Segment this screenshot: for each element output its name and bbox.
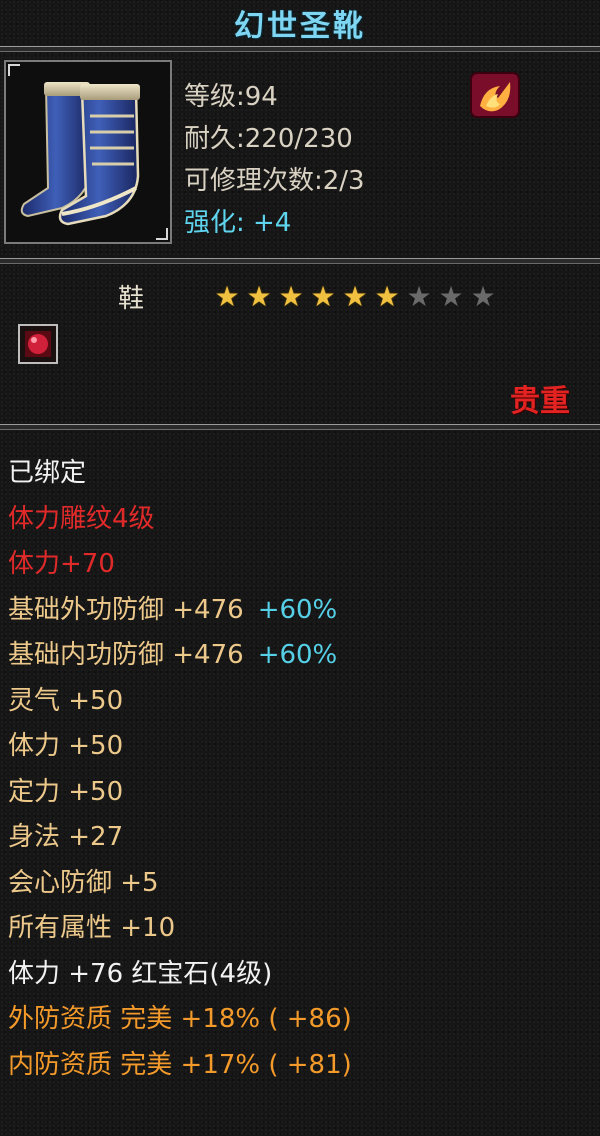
item-tooltip-panel: 幻世圣靴 等级:94 耐久:220/230 可修理次数:2/3 强化: +4 鞋… [0, 0, 600, 1136]
attribute-text: 身法 +27 [8, 822, 124, 852]
star-filled-icon: ★ [214, 280, 240, 313]
attribute-line: 基础内功防御 +476 +60% [8, 634, 337, 671]
star-rating: ★ ★ ★ ★ ★ ★ ★ ★ ★ [212, 282, 498, 312]
attribute-line: 体力雕纹4级 [8, 498, 155, 535]
item-enhance: 强化: +4 [184, 208, 292, 238]
attribute-text: 基础内功防御 +476 [8, 640, 244, 670]
attribute-text: 已绑定 [8, 458, 87, 488]
divider-bottom [0, 424, 600, 430]
divider-mid [0, 258, 600, 264]
attribute-text: 体力+70 [8, 549, 115, 579]
star-filled-icon: ★ [310, 280, 336, 313]
red-gem-icon [18, 324, 58, 364]
attribute-line: 定力 +50 [8, 771, 123, 808]
attribute-line: 身法 +27 [8, 816, 123, 853]
divider-top [0, 46, 600, 52]
attribute-line: 体力 +76 红宝石(4级) [8, 953, 272, 990]
item-icon-frame [4, 60, 172, 244]
slot-type-label: 鞋 [118, 284, 145, 314]
attribute-line: 内防资质 完美 +17% ( +81) [8, 1044, 352, 1081]
attribute-line: 所有属性 +10 [8, 907, 175, 944]
attribute-line: 基础外功防御 +476 +60% [8, 589, 337, 626]
star-empty-icon: ★ [470, 280, 496, 313]
star-filled-icon: ★ [342, 280, 368, 313]
attribute-percent: +60% [257, 640, 338, 670]
title-bar: 幻世圣靴 [0, 0, 600, 46]
attribute-line: 体力 +50 [8, 725, 123, 762]
attribute-percent: +60% [257, 595, 338, 625]
item-repair-count: 可修理次数:2/3 [184, 166, 365, 196]
rarity-label: 贵重 [510, 384, 570, 419]
attribute-text: 所有属性 +10 [8, 913, 176, 943]
star-filled-icon: ★ [246, 280, 272, 313]
attribute-text: 外防资质 完美 +18% ( +86) [8, 1004, 352, 1034]
item-name: 幻世圣靴 [234, 9, 366, 44]
flame-emblem-icon [470, 72, 520, 118]
attribute-text: 灵气 +50 [8, 686, 124, 716]
attribute-text: 基础外功防御 +476 [8, 595, 244, 625]
star-empty-icon: ★ [438, 280, 464, 313]
star-empty-icon: ★ [406, 280, 432, 313]
attribute-text: 会心防御 +5 [8, 868, 159, 898]
item-durability: 耐久:220/230 [184, 124, 353, 154]
attribute-line: 体力+70 [8, 543, 115, 580]
attribute-text: 体力雕纹4级 [8, 504, 155, 534]
attribute-text: 定力 +50 [8, 777, 124, 807]
blue-boots-icon [20, 82, 140, 226]
attribute-line: 会心防御 +5 [8, 862, 159, 899]
star-filled-icon: ★ [374, 280, 400, 313]
attribute-text: 体力 +50 [8, 731, 124, 761]
attribute-text: 内防资质 完美 +17% ( +81) [8, 1050, 352, 1080]
item-level: 等级:94 [184, 82, 278, 112]
attribute-text: 体力 +76 红宝石(4级) [8, 959, 273, 989]
attribute-line: 已绑定 [8, 452, 86, 489]
attribute-line: 灵气 +50 [8, 680, 123, 717]
attribute-line: 外防资质 完美 +18% ( +86) [8, 998, 352, 1035]
star-filled-icon: ★ [278, 280, 304, 313]
